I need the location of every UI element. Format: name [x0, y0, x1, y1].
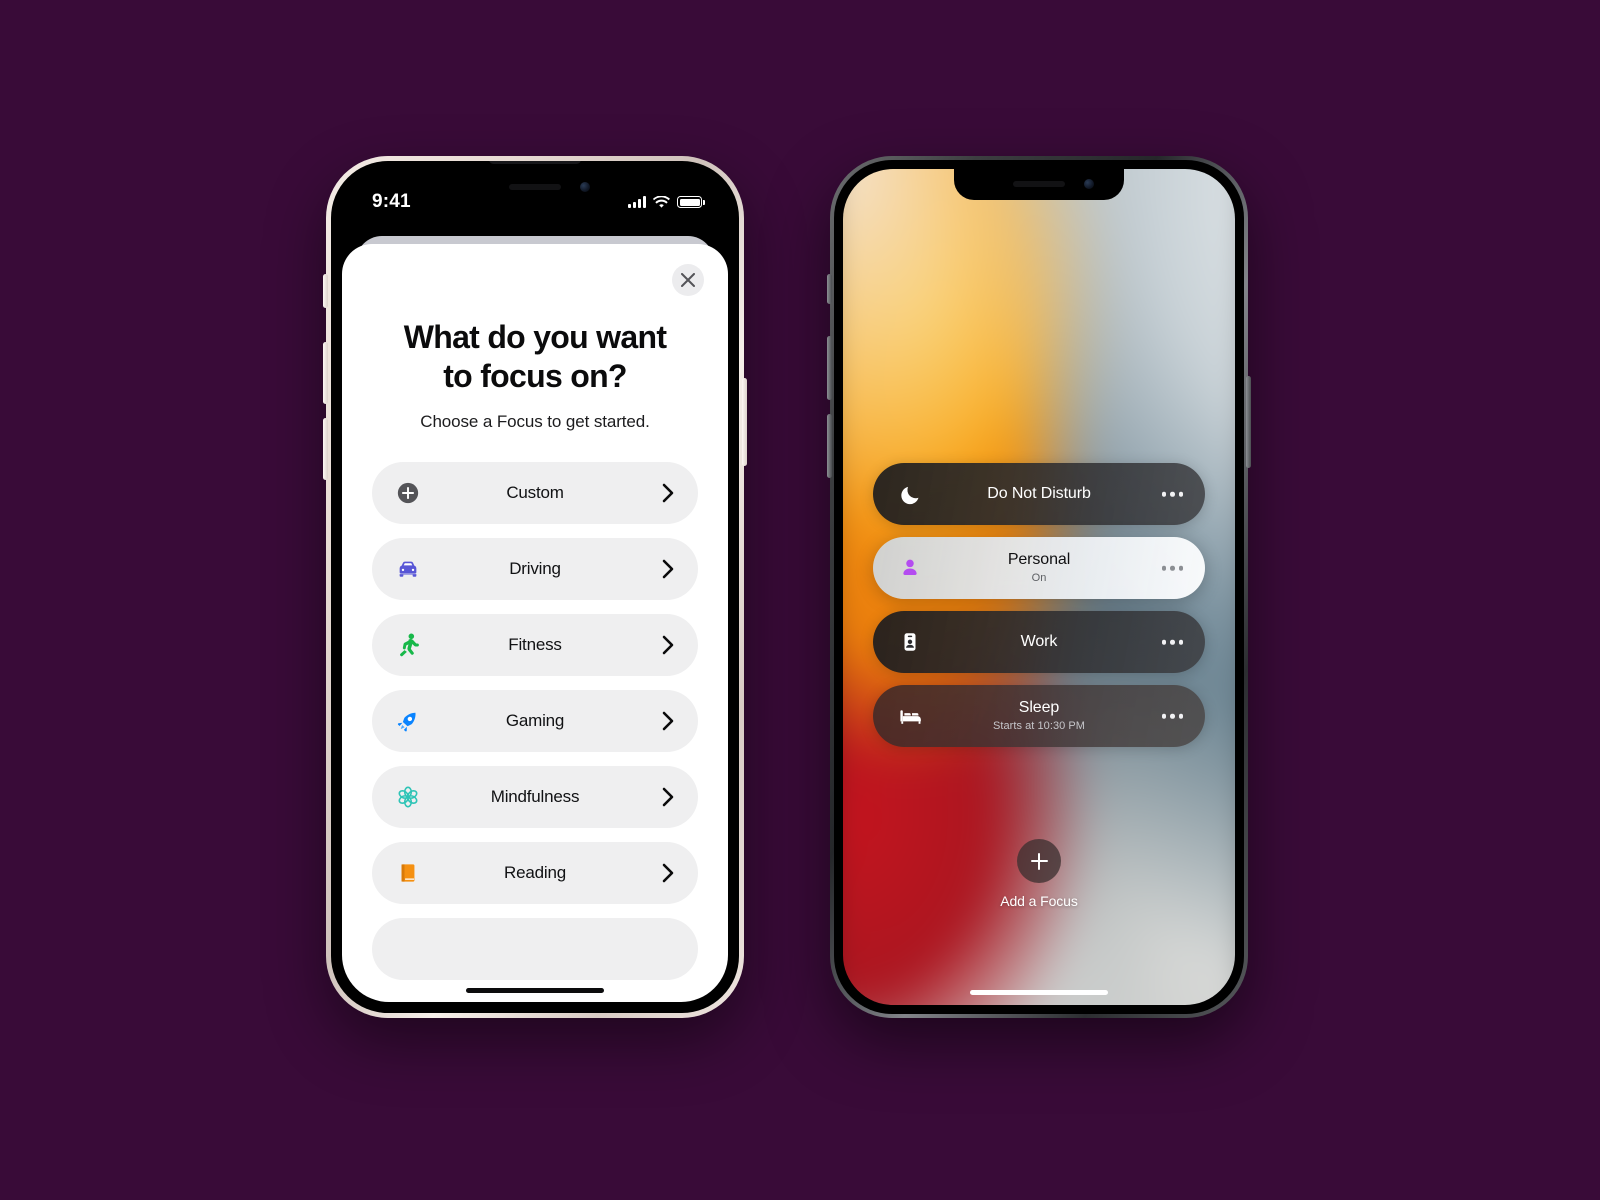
speaker-icon	[509, 184, 561, 190]
battery-icon	[677, 196, 705, 208]
close-icon[interactable]	[672, 264, 704, 296]
notch	[450, 172, 620, 203]
home-indicator[interactable]	[970, 990, 1108, 995]
ellipsis-icon[interactable]	[1161, 639, 1183, 645]
plus-icon[interactable]	[1017, 839, 1061, 883]
silent-switch[interactable]	[323, 274, 328, 308]
power-button[interactable]	[742, 378, 747, 466]
focus-option-fitness[interactable]: Fitness	[372, 614, 698, 677]
ellipsis-icon[interactable]	[1161, 491, 1183, 497]
status-time: 9:41	[372, 191, 411, 212]
focus-modes-list: Do Not Disturb Personal On Work Sleep St…	[873, 463, 1205, 759]
title-line-2: to focus on?	[443, 358, 627, 395]
power-button[interactable]	[1246, 376, 1251, 468]
chevron-right-icon	[662, 711, 674, 731]
focus-mode-work[interactable]: Work	[873, 611, 1205, 673]
chevron-right-icon	[662, 787, 674, 807]
focus-option-gaming[interactable]: Gaming	[372, 690, 698, 753]
page-title: What do you want to focus on?	[376, 318, 694, 396]
chevron-right-icon	[662, 635, 674, 655]
add-focus-label: Add a Focus	[1000, 893, 1078, 909]
person-icon	[897, 555, 923, 581]
focus-option-partial[interactable]	[372, 918, 698, 981]
chevron-right-icon	[662, 863, 674, 883]
ellipsis-icon[interactable]	[1161, 713, 1183, 719]
left-phone-device: 9:41 What do you want to focus on? Choos…	[323, 156, 747, 1018]
focus-mode-sleep[interactable]: Sleep Starts at 10:30 PM	[873, 685, 1205, 747]
add-focus-group: Add a Focus	[843, 839, 1235, 909]
front-camera-icon	[580, 182, 590, 192]
focus-mode-name: Do Not Disturb	[987, 485, 1091, 503]
bed-icon	[897, 703, 923, 729]
speaker-icon	[1013, 181, 1065, 187]
focus-options-list: Custom Driving Fitness Gaming Mindfulnes…	[342, 462, 728, 981]
running-person-icon	[394, 631, 422, 659]
volume-down-button[interactable]	[827, 414, 832, 478]
chevron-right-icon	[662, 483, 674, 503]
notch	[954, 169, 1124, 200]
screenshot-stage: 9:41 What do you want to focus on? Choos…	[0, 0, 1600, 1200]
rocket-icon	[394, 707, 422, 735]
left-phone-bezel: 9:41 What do you want to focus on? Choos…	[331, 161, 739, 1013]
volume-down-button[interactable]	[323, 418, 328, 480]
plus-circle-icon	[394, 479, 422, 507]
focus-mode-status: Starts at 10:30 PM	[993, 720, 1085, 733]
earpiece-grille-icon	[489, 161, 581, 164]
volume-up-button[interactable]	[323, 342, 328, 404]
focus-mode-do-not-disturb[interactable]: Do Not Disturb	[873, 463, 1205, 525]
left-phone-screen: 9:41 What do you want to focus on? Choos…	[342, 172, 728, 1002]
title-line-1: What do you want	[403, 319, 667, 355]
volume-up-button[interactable]	[827, 336, 832, 400]
focus-option-mindfulness[interactable]: Mindfulness	[372, 766, 698, 829]
focus-mode-name: Work	[1020, 633, 1058, 651]
id-badge-icon	[897, 629, 923, 655]
right-phone-bezel: Do Not Disturb Personal On Work Sleep St…	[834, 160, 1244, 1014]
focus-mode-personal[interactable]: Personal On	[873, 537, 1205, 599]
moon-icon	[897, 481, 923, 507]
car-icon	[394, 555, 422, 583]
silent-switch[interactable]	[827, 274, 832, 304]
flower-icon	[394, 783, 422, 811]
focus-mode-status: On	[1031, 572, 1047, 585]
ellipsis-icon[interactable]	[1161, 565, 1183, 571]
page-subtitle: Choose a Focus to get started.	[420, 412, 650, 432]
front-camera-icon	[1084, 179, 1094, 189]
book-icon	[394, 859, 422, 887]
focus-option-custom[interactable]: Custom	[372, 462, 698, 525]
right-phone-device: Do Not Disturb Personal On Work Sleep St…	[827, 156, 1251, 1018]
cellular-signal-icon	[628, 196, 646, 208]
home-indicator[interactable]	[466, 988, 604, 993]
status-indicators	[628, 195, 705, 209]
wifi-icon	[653, 195, 670, 208]
chevron-right-icon	[662, 559, 674, 579]
focus-chooser-sheet: What do you want to focus on? Choose a F…	[342, 244, 728, 1002]
right-phone-screen: Do Not Disturb Personal On Work Sleep St…	[843, 169, 1235, 1005]
focus-mode-name: Personal	[1007, 551, 1071, 569]
focus-option-driving[interactable]: Driving	[372, 538, 698, 601]
focus-option-reading[interactable]: Reading	[372, 842, 698, 905]
focus-mode-name: Sleep	[1018, 699, 1060, 717]
